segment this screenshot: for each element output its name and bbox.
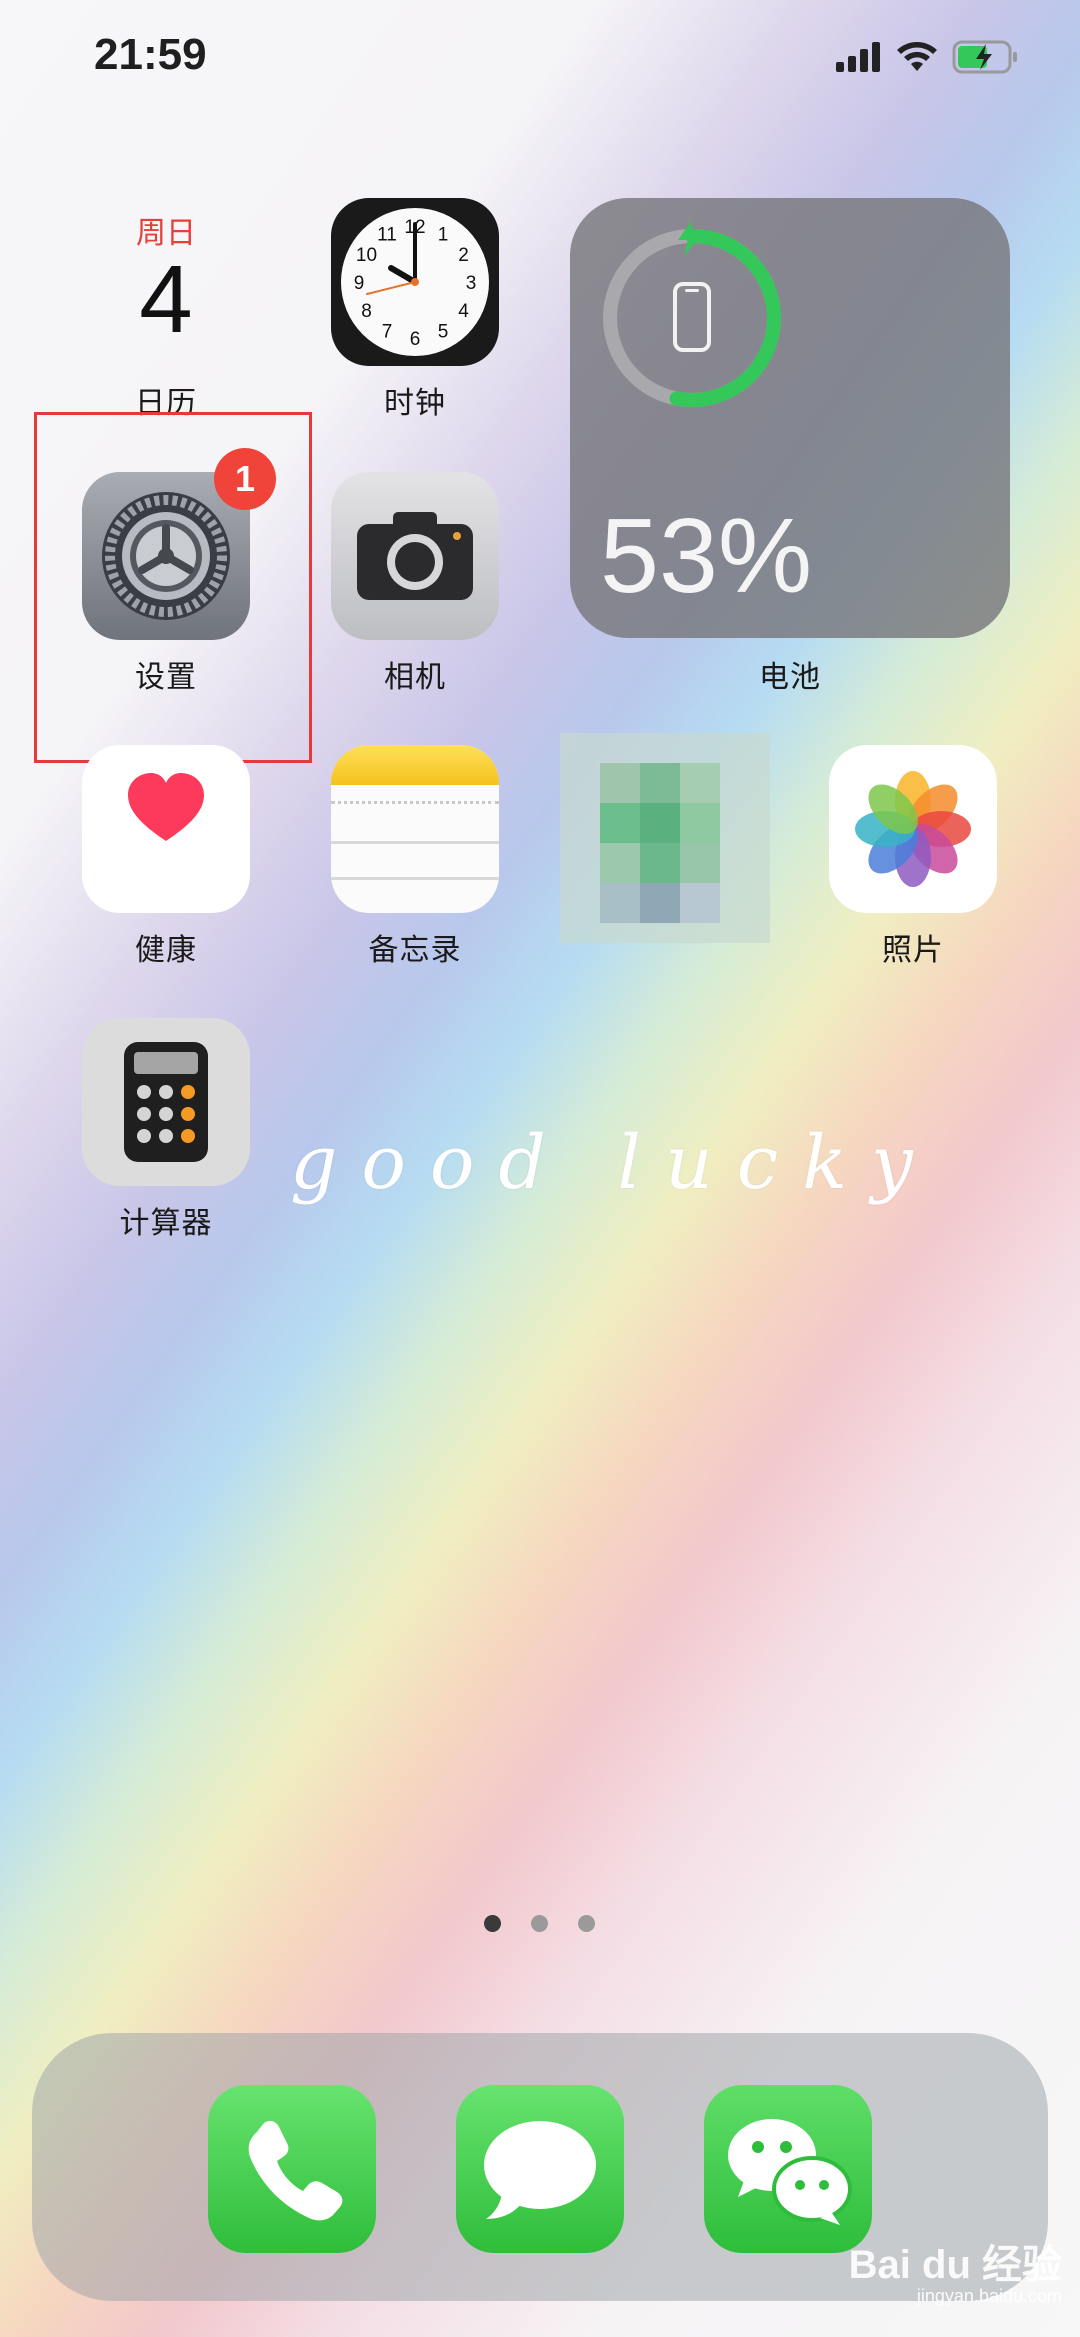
watermark-url: jingyan.baidu.com (916, 2286, 1062, 2306)
clock-number: 4 (458, 301, 469, 322)
clock-number: 6 (410, 329, 421, 350)
clock-number: 10 (356, 245, 377, 266)
photos-flower-icon (855, 771, 971, 887)
calculator-glyph (124, 1042, 208, 1162)
clock-center (411, 278, 419, 286)
status-time: 21:59 (94, 30, 207, 79)
page-dot-2[interactable] (531, 1915, 548, 1932)
calculator-label: 计算器 (119, 1207, 213, 1240)
phone-icon (248, 2120, 343, 2221)
pixelated-app-icon[interactable] (560, 733, 770, 943)
clock-label: 时钟 (384, 387, 446, 420)
clock-number: 2 (458, 245, 469, 266)
page-dot-1[interactable] (484, 1915, 501, 1932)
health-app[interactable]: 健康 (81, 745, 251, 969)
photos-app[interactable]: 照片 (828, 745, 998, 969)
camera-app[interactable]: 相机 (330, 472, 500, 696)
calculator-icon (82, 1018, 250, 1186)
battery-label: 电池 (759, 661, 821, 694)
calculator-app[interactable]: 计算器 (81, 1018, 251, 1242)
health-icon (82, 745, 250, 913)
clock-number: 9 (354, 273, 365, 294)
calendar-day: 4 (139, 246, 193, 353)
page-dot-3[interactable] (578, 1915, 595, 1932)
battery-charging-icon (952, 40, 1017, 74)
messages-app[interactable] (456, 2085, 624, 2253)
battery-widget[interactable]: 53% (570, 198, 1010, 638)
clock-icon: 121234567891011 (331, 198, 499, 366)
clock-number: 11 (377, 225, 397, 246)
photos-icon (829, 745, 997, 913)
camera-glyph (357, 512, 473, 600)
calendar-icon: 周日 4 (82, 198, 250, 366)
clock-number: 8 (361, 301, 372, 322)
status-icons (836, 40, 1020, 74)
baidu-watermark: Bai du 经验 jingyan.baidu.com (849, 2232, 1062, 2307)
notes-label: 备忘录 (368, 934, 462, 967)
clock-number: 3 (466, 273, 477, 294)
clock-number: 7 (382, 321, 393, 342)
mosaic-icon (560, 733, 770, 943)
notes-app[interactable]: 备忘录 (330, 745, 500, 969)
cellular-signal-icon (836, 42, 880, 72)
notes-icon (331, 745, 499, 913)
health-label: 健康 (135, 934, 197, 967)
wechat-icon (728, 2119, 852, 2225)
battery-percent: 53% (600, 497, 813, 615)
wallpaper-text: good lucky (290, 1120, 937, 1206)
wechat-app[interactable] (704, 2085, 872, 2253)
phone-app[interactable] (208, 2085, 376, 2253)
watermark-brand: Bai du 经验 (848, 2243, 1062, 2287)
page-indicator[interactable] (484, 1915, 595, 1932)
clock-app[interactable]: 121234567891011 时钟 (330, 198, 500, 422)
highlight-box (34, 412, 312, 763)
clock-face: 121234567891011 (341, 208, 489, 356)
calendar-app[interactable]: 周日 4 日历 (81, 198, 251, 422)
photos-label: 照片 (882, 934, 944, 967)
camera-label: 相机 (384, 661, 446, 694)
clock-number: 5 (438, 321, 449, 342)
messages-icon (484, 2121, 596, 2219)
camera-icon (331, 472, 499, 640)
clock-number: 1 (438, 225, 449, 246)
heart-icon (128, 773, 204, 841)
charging-bolt-icon (678, 220, 702, 256)
wifi-icon (897, 42, 937, 71)
